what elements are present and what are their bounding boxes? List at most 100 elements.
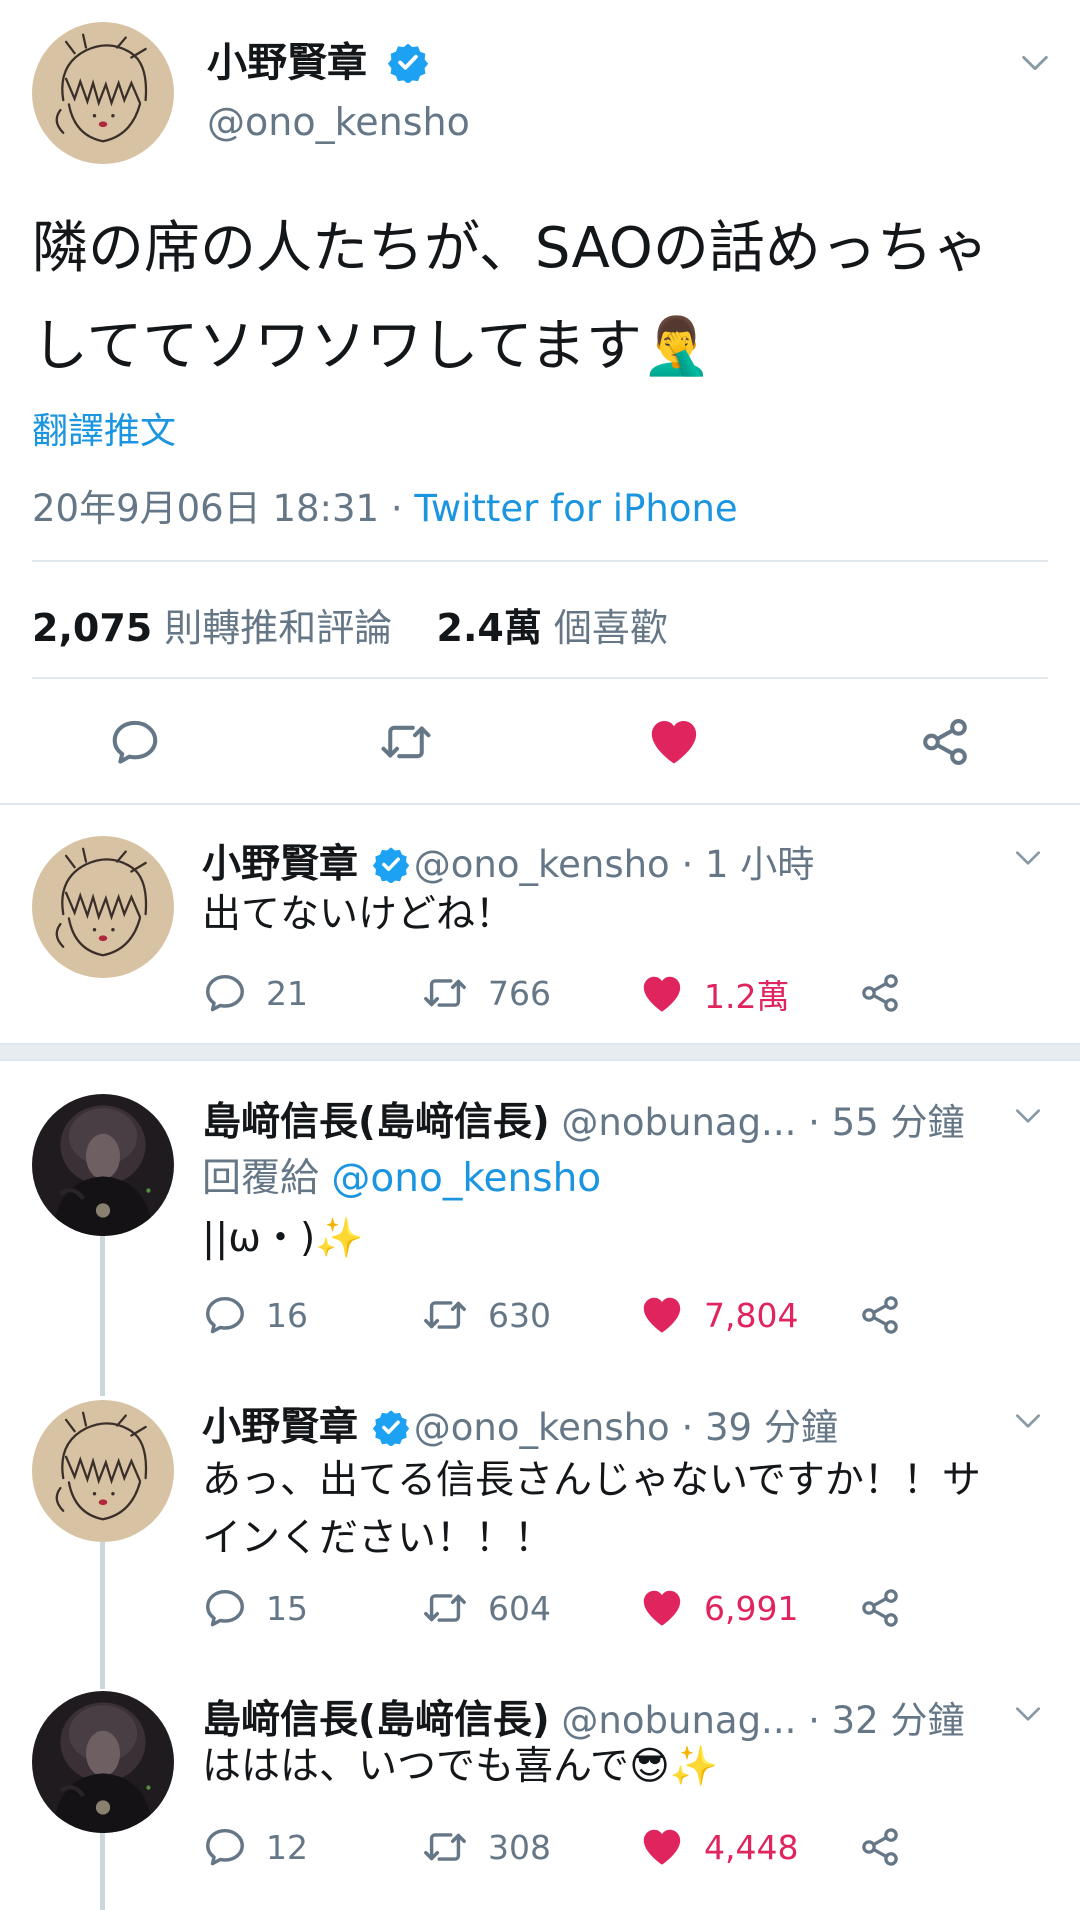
like-action[interactable]: 1.2萬 <box>638 970 789 1018</box>
chevron-down-icon[interactable] <box>1012 842 1044 874</box>
reply-author-handle[interactable]: @ono_kensho <box>414 843 670 886</box>
like-action[interactable]: 7,804 <box>638 1292 798 1338</box>
reply-text-line: あっ、出てる信長さんじゃないですか！！サ <box>202 1458 981 1503</box>
meta-separator: · <box>379 487 415 530</box>
share-icon[interactable] <box>918 715 972 769</box>
author-name-text[interactable]: 小野賢章 <box>207 40 367 86</box>
retweet-action[interactable]: 766 <box>420 970 551 1016</box>
reply-author-name[interactable]: 島﨑信長(島﨑信長) <box>202 1698 550 1743</box>
likes-count[interactable]: 2.4萬 <box>437 606 542 650</box>
heart-icon[interactable] <box>638 1824 686 1870</box>
reply-icon[interactable] <box>108 715 162 769</box>
divider <box>32 560 1048 562</box>
tweet-text-line-2: しててソワソワしてます <box>32 314 642 379</box>
reply-action[interactable]: 21 <box>202 970 308 1016</box>
author-name[interactable]: 小野賢章 <box>207 30 429 88</box>
reply-count: 16 <box>266 1295 308 1335</box>
verified-badge-icon <box>372 1408 410 1446</box>
reply-author-name[interactable]: 小野賢章 <box>202 842 358 887</box>
reply-avatar[interactable] <box>32 836 174 978</box>
retweet-icon[interactable] <box>420 1292 470 1338</box>
reply-text: あっ、出てる信長さんじゃないですか！！サ インください！！！ <box>202 1452 981 1568</box>
reply-time: · 55 分鐘 <box>808 1101 965 1144</box>
like-count: 7,804 <box>704 1295 799 1335</box>
retweet-icon[interactable] <box>420 970 470 1016</box>
heart-icon[interactable] <box>638 1292 686 1338</box>
thread-line <box>100 1833 105 1910</box>
retweet-action[interactable]: 604 <box>420 1585 551 1631</box>
tweet-stats: 2,075 則轉推和評論 2.4萬 個喜歡 <box>32 597 668 652</box>
reply-author-name[interactable]: 小野賢章 <box>202 1405 358 1450</box>
divider <box>0 803 1080 805</box>
tweet-meta: 20年9月06日 18:31 · Twitter for iPhone <box>32 478 738 532</box>
chevron-down-icon[interactable] <box>1012 1100 1044 1132</box>
retweet-count: 630 <box>488 1295 551 1335</box>
share-icon[interactable] <box>858 1585 902 1631</box>
reply-author-handle[interactable]: @nobunag... <box>561 1699 796 1742</box>
reply-avatar[interactable] <box>32 1400 174 1542</box>
chevron-down-icon[interactable] <box>1012 1698 1044 1730</box>
reply-action[interactable]: 12 <box>202 1824 308 1870</box>
reply-icon[interactable] <box>202 1292 248 1338</box>
like-action[interactable]: 6,991 <box>638 1585 798 1631</box>
facepalm-emoji: 🤦‍♂️ <box>641 314 712 379</box>
reply-to-label: 回覆給 <box>202 1156 320 1201</box>
heart-icon[interactable] <box>646 714 702 770</box>
share-icon[interactable] <box>858 1824 902 1870</box>
retweets-comments-count[interactable]: 2,075 <box>32 606 152 650</box>
chevron-down-icon[interactable] <box>1018 46 1052 80</box>
share-icon[interactable] <box>858 1292 902 1338</box>
likes-label[interactable]: 個喜歡 <box>554 606 668 650</box>
divider <box>32 677 1048 679</box>
reply-icon[interactable] <box>202 970 248 1016</box>
reply-author-handle[interactable]: @ono_kensho <box>414 1406 670 1449</box>
reply-count: 21 <box>266 973 308 1013</box>
sparkles-emoji: ✨ <box>315 1216 364 1261</box>
reply-time: · 32 分鐘 <box>808 1699 965 1742</box>
reply-text-line: ||ω・) <box>202 1216 316 1261</box>
retweet-count: 604 <box>488 1588 551 1628</box>
retweet-icon[interactable] <box>376 715 436 769</box>
reply-text: 出てないけどね！ <box>202 892 515 937</box>
heart-icon[interactable] <box>638 971 686 1017</box>
reply-icon[interactable] <box>202 1824 248 1870</box>
reply-header: 小野賢章 @ono_kensho · 39 分鐘 <box>202 1396 838 1452</box>
reply-to-mention[interactable]: @ono_kensho <box>331 1156 601 1201</box>
reply-header: 島﨑信長(島﨑信長) @nobunag... · 55 分鐘 <box>202 1091 964 1147</box>
author-avatar[interactable] <box>32 22 174 164</box>
source-link[interactable]: Twitter for iPhone <box>414 487 737 530</box>
reply-action[interactable]: 16 <box>202 1292 308 1338</box>
reply-to: 回覆給 @ono_kensho <box>202 1147 601 1203</box>
retweet-action[interactable]: 308 <box>420 1824 551 1870</box>
retweets-comments-label[interactable]: 則轉推和評論 <box>164 606 392 650</box>
share-action[interactable] <box>858 1292 902 1338</box>
heart-icon[interactable] <box>638 1585 686 1631</box>
like-action[interactable]: 4,448 <box>638 1824 798 1870</box>
share-action[interactable] <box>858 1585 902 1631</box>
thread-line <box>100 1542 105 1689</box>
verified-badge-icon <box>387 41 429 83</box>
reply-avatar[interactable] <box>32 1094 174 1236</box>
retweet-icon[interactable] <box>420 1824 470 1870</box>
translate-tweet-link[interactable]: 翻譯推文 <box>32 402 176 454</box>
share-action[interactable] <box>858 1824 902 1870</box>
reply-text-line: ははは、いつでも喜んで <box>202 1744 630 1789</box>
reply-icon[interactable] <box>202 1585 248 1631</box>
share-icon[interactable] <box>858 970 902 1016</box>
tweet-text: 隣の席の人たちが、SAOの話めっちゃ しててソワソワしてます🤦‍♂️ <box>32 200 1052 396</box>
chevron-down-icon[interactable] <box>1012 1405 1044 1437</box>
reply-author-name[interactable]: 島﨑信長(島﨑信長) <box>202 1100 550 1145</box>
reply-action[interactable]: 15 <box>202 1585 308 1631</box>
like-count: 1.2萬 <box>704 977 790 1016</box>
reply-count: 12 <box>266 1827 308 1867</box>
retweet-action[interactable]: 630 <box>420 1292 551 1338</box>
reply-text: ははは、いつでも喜んで😎✨ <box>202 1738 718 1796</box>
author-handle[interactable]: @ono_kensho <box>207 100 470 144</box>
reply-text: ||ω・)✨ <box>202 1210 364 1268</box>
share-action[interactable] <box>858 970 902 1016</box>
retweet-icon[interactable] <box>420 1585 470 1631</box>
reply-avatar[interactable] <box>32 1691 174 1833</box>
reply-author-handle[interactable]: @nobunag... <box>561 1101 796 1144</box>
reply-header: 小野賢章 @ono_kensho · 1 小時 <box>202 833 814 889</box>
timestamp: 20年9月06日 18:31 <box>32 487 380 530</box>
